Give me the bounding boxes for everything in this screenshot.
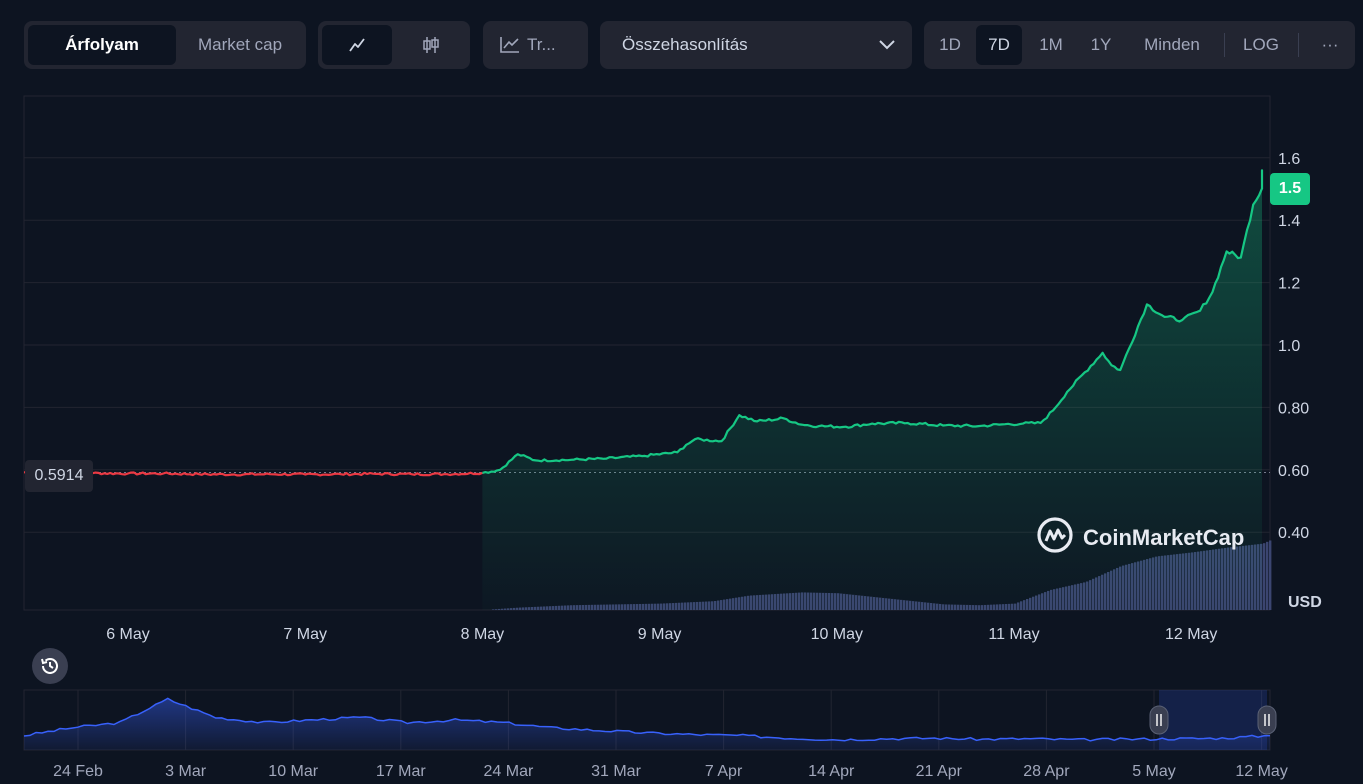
current-price-tag: 1.5 [1270,173,1310,205]
y-tick-label: 0.40 [1278,525,1309,542]
x-tick-label: 11 May [988,626,1039,643]
history-icon [41,657,58,674]
y-tick-label: 1.6 [1278,151,1300,168]
x-tick-label: 7 May [283,626,327,643]
navigator-tick-label: 24 Mar [484,763,534,780]
coinmarketcap-logo-icon [1036,516,1074,560]
y-tick-label: 0.60 [1278,463,1309,480]
navigator-selection [1159,690,1267,750]
y-tick-label: 1.2 [1278,276,1300,293]
navigator-tick-label: 10 Mar [268,763,318,780]
x-tick-label: 8 May [461,626,505,643]
x-axis: 6 May 7 May 8 May 9 May 10 May 11 May 12 May [106,626,1217,643]
volume-bar [1269,540,1272,610]
x-tick-label: 6 May [106,626,150,643]
y-axis: 0.40 0.60 0.80 1.0 1.2 1.4 1.6 [1278,151,1309,542]
y-tick-label: 1.4 [1278,213,1300,230]
price-chart: 0.40 0.60 0.80 1.0 1.2 1.4 1.6 6 May 7 May 8 May… [23,95,1309,780]
navigator-tick-label: 28 Apr [1023,763,1070,780]
x-tick-label: 9 May [638,626,682,643]
start-price-tag: 0.5914 [25,460,93,492]
y-tick-label: 1.0 [1278,338,1300,355]
navigator: 24 Feb 3 Mar 10 Mar 17 Mar 24 Mar 31 Mar 7 Apr… [23,689,1288,780]
x-tick-label: 10 May [811,626,863,643]
navigator-tick-label: 17 Mar [376,763,426,780]
coinmarketcap-watermark: CoinMarketCap [1036,516,1245,560]
navigator-tick-label: 14 Apr [808,763,855,780]
navigator-tick-label: 31 Mar [591,763,641,780]
navigator-tick-label: 7 Apr [705,763,743,780]
history-button[interactable] [32,648,68,684]
navigator-tick-label: 12 May [1235,763,1287,780]
watermark-text: CoinMarketCap [1083,525,1245,550]
navigator-handle [1257,705,1277,735]
currency-label: USD [1288,594,1322,611]
navigator-tick-label: 3 Mar [165,763,207,780]
x-tick-label: 12 May [1165,626,1217,643]
volume-bar [1266,541,1269,610]
navigator-tick-label: 5 May [1132,763,1176,780]
navigator-tick-label: 21 Apr [916,763,963,780]
navigator-tick-label: 24 Feb [53,763,103,780]
y-tick-label: 0.80 [1278,400,1309,417]
navigator-handle [1149,705,1169,735]
volume-bar [1263,543,1266,610]
